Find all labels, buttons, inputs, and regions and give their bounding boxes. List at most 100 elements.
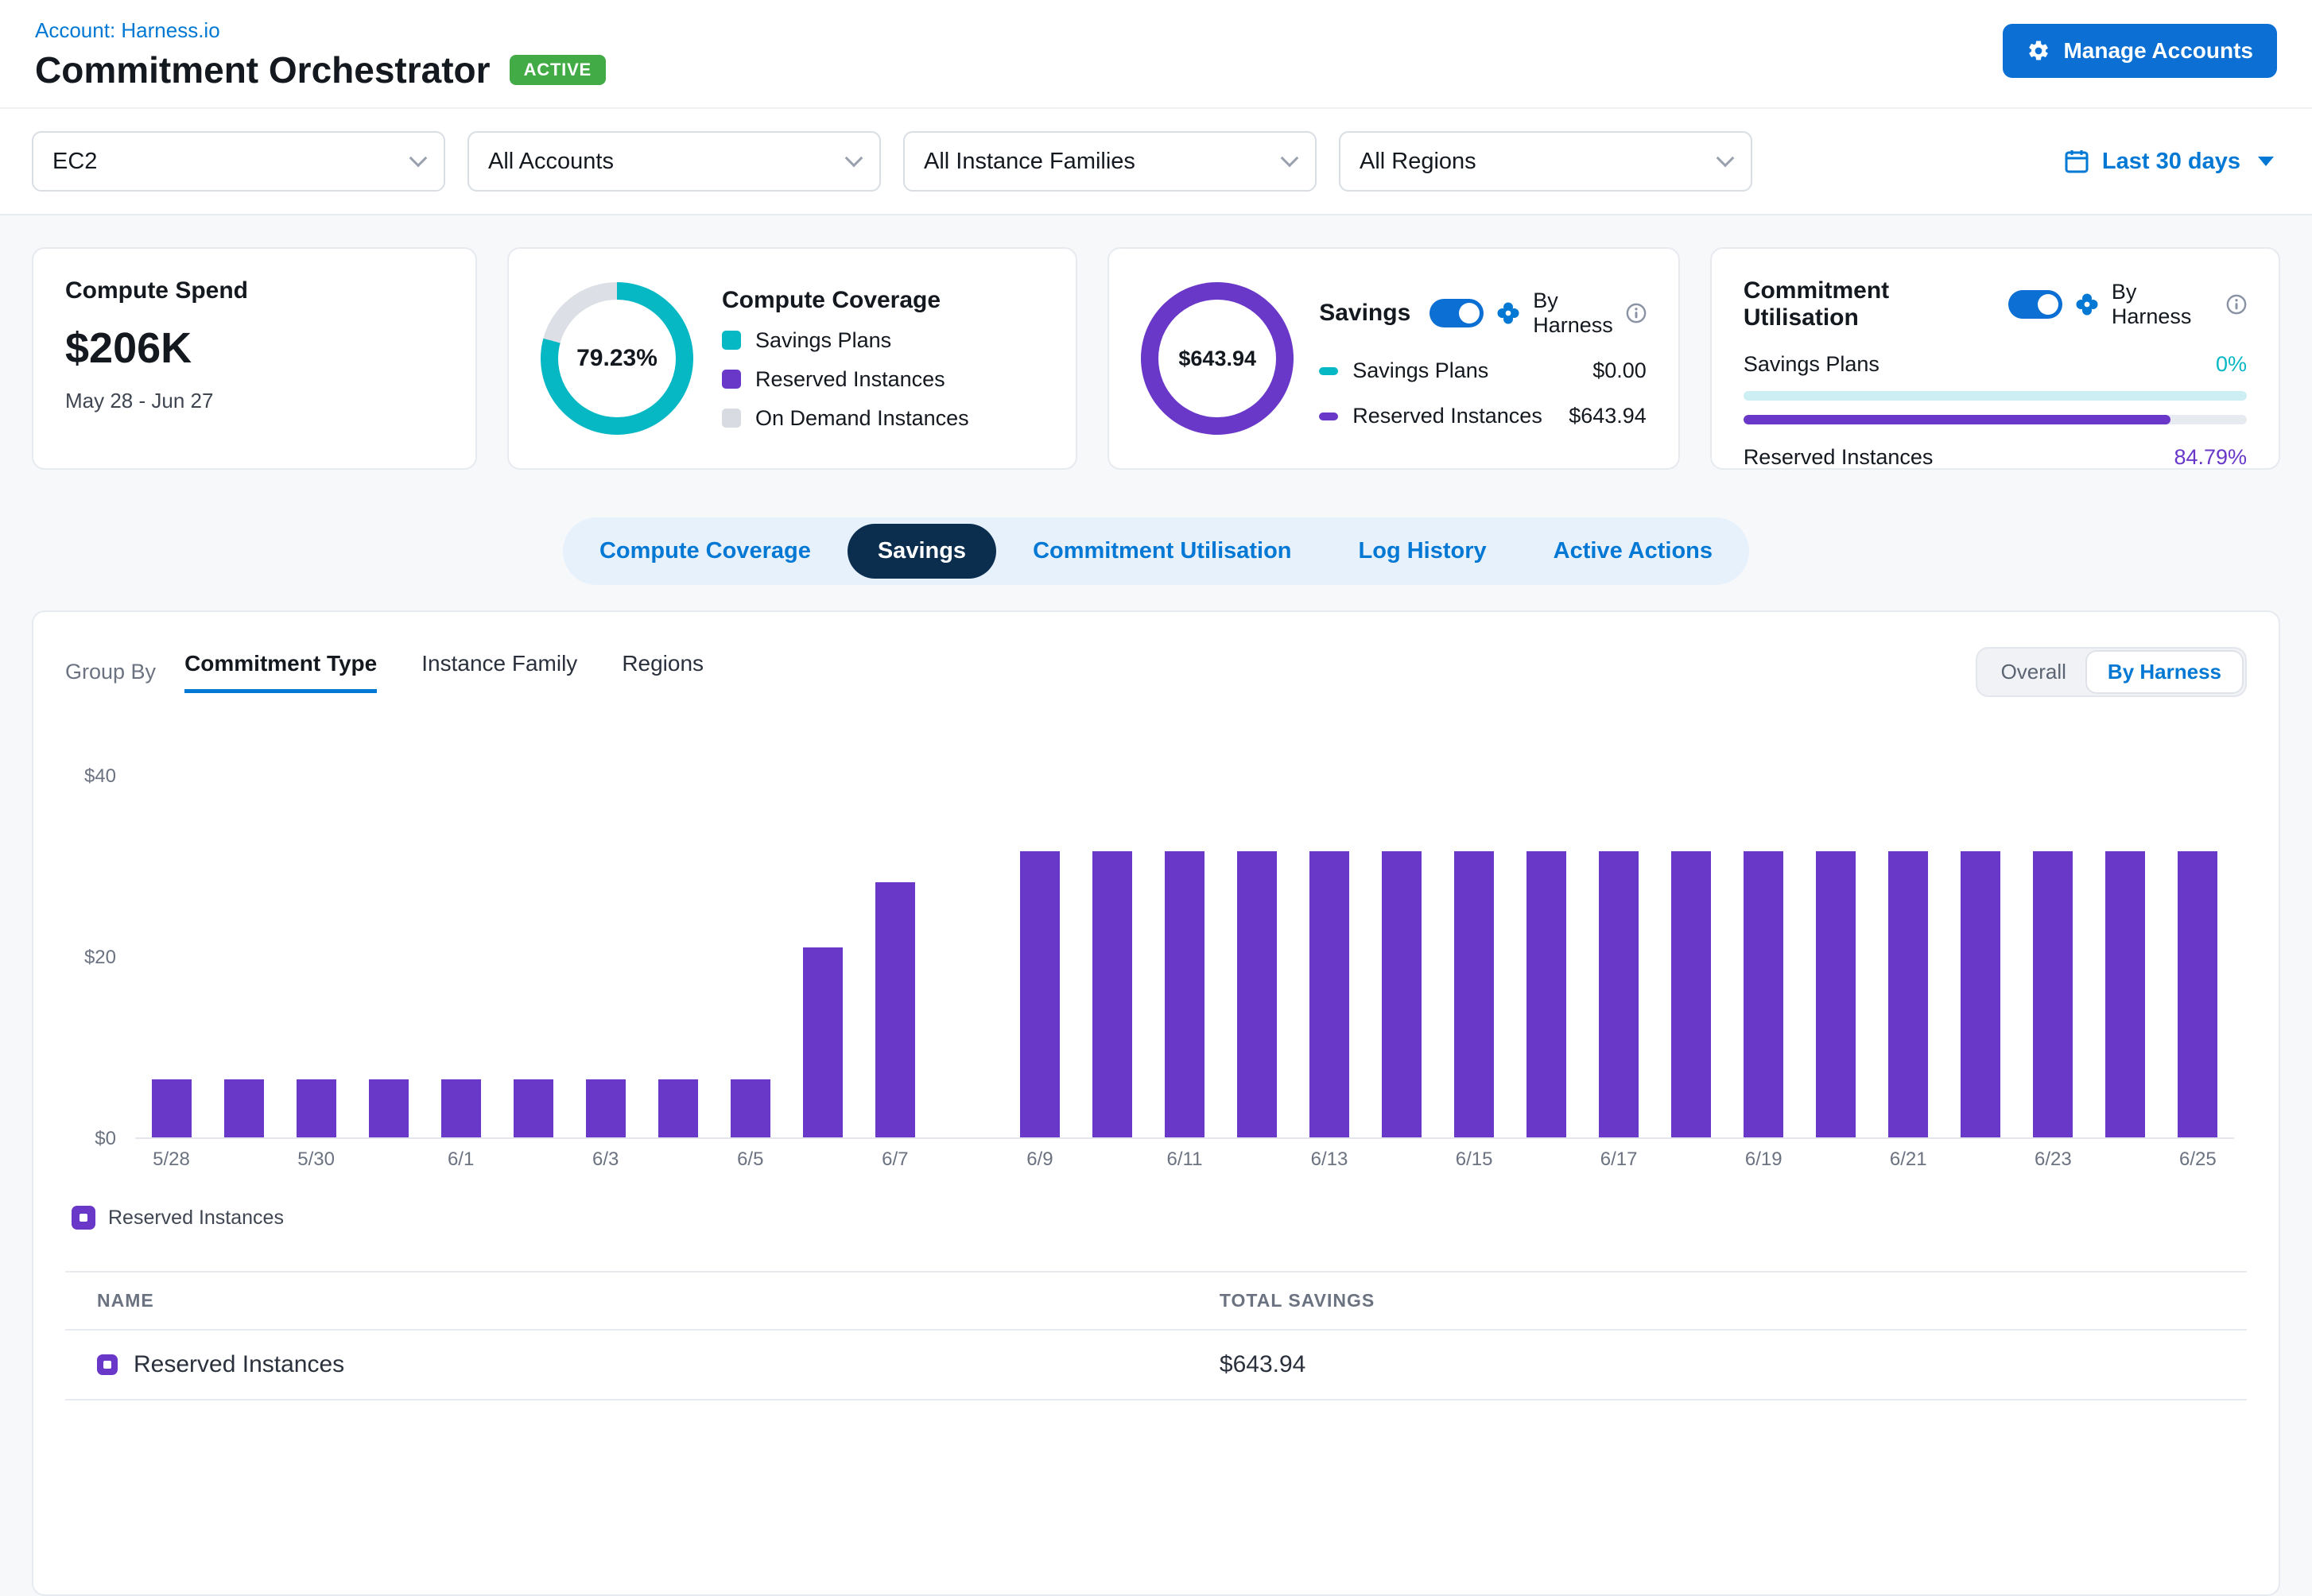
checkbox-mark [103,1361,111,1369]
bar-6/20[interactable] [1816,851,1856,1137]
legend-label: Savings Plans [755,328,891,353]
utilisation-row-value: 0% [2216,352,2247,377]
commitment-utilisation-card: Commitment Utilisation By Harness Saving… [1710,247,2280,470]
bar-slot [208,777,280,1137]
x-tick-label: 6/15 [1456,1149,1493,1171]
instance-families-select[interactable]: All Instance Families [903,131,1317,192]
manage-accounts-label: Manage Accounts [2063,38,2253,64]
bar-slot: 6/17 [1583,777,1655,1137]
bar-6/14[interactable] [1382,851,1422,1137]
service-select[interactable]: EC2 [32,131,445,192]
bar-6/23[interactable] [2033,851,2073,1137]
table-row: Reserved Instances $643.94 [65,1331,2247,1400]
reserved-instances-checkbox[interactable] [72,1206,95,1230]
title-row: Commitment Orchestrator ACTIVE [35,48,606,91]
savings-by-harness-toggle[interactable] [1429,299,1484,327]
savings-table: NAME TOTAL SAVINGS Reserved Instances $6… [65,1271,2247,1400]
bar-6/13[interactable] [1309,851,1349,1137]
accounts-select[interactable]: All Accounts [467,131,881,192]
status-badge: ACTIVE [510,55,606,85]
y-axis: $40 $20 $0 [65,777,135,1139]
tab-commitment-utilisation[interactable]: Commitment Utilisation [1003,524,1321,579]
date-range-value: Last 30 days [2102,149,2240,175]
view-overall-button[interactable]: Overall [1980,652,2087,692]
bar-6/25[interactable] [2178,851,2217,1137]
x-tick-label: 6/17 [1600,1149,1638,1171]
summary-cards: Compute Spend $206K May 28 - Jun 27 79.2… [0,215,2312,470]
tab-log-history[interactable]: Log History [1329,524,1517,579]
group-tab-commitment-type[interactable]: Commitment Type [184,651,377,693]
x-tick-label: 6/1 [448,1149,474,1171]
bar-6/1[interactable] [441,1079,481,1137]
x-tick-label: 6/21 [1890,1149,1927,1171]
x-tick-label: 6/3 [592,1149,619,1171]
row-name: Reserved Instances [134,1351,344,1378]
bar-slot: 6/21 [1872,777,1945,1137]
utilisation-by-harness-toggle[interactable] [2008,290,2062,319]
utilisation-row-label: Savings Plans [1744,352,1879,377]
reserved-instances-swatch [1319,413,1338,420]
tab-savings[interactable]: Savings [848,524,996,579]
bar-6/6[interactable] [803,947,843,1137]
bar-6/24[interactable] [2105,851,2145,1137]
view-by-harness-button[interactable]: By Harness [2087,652,2242,692]
bar-slot [497,777,569,1137]
compute-spend-value: $206K [65,323,444,373]
savings-row-value: $643.94 [1569,404,1647,428]
bar-6/4[interactable] [658,1079,698,1137]
bar-6/2[interactable] [514,1079,553,1137]
row-checkbox[interactable] [97,1354,118,1375]
bar-6/18[interactable] [1671,851,1711,1137]
date-range-picker[interactable]: Last 30 days [2064,149,2280,175]
bar-6/9[interactable] [1020,851,1060,1137]
bar-6/17[interactable] [1599,851,1639,1137]
bar-6/19[interactable] [1744,851,1783,1137]
compute-spend-title: Compute Spend [65,277,444,304]
bar-5/28[interactable] [152,1079,192,1137]
bar-5/30[interactable] [297,1079,336,1137]
group-tab-regions[interactable]: Regions [622,651,704,693]
legend-label: Reserved Instances [755,367,945,392]
instance-families-select-value: All Instance Families [924,149,1135,175]
regions-select[interactable]: All Regions [1339,131,1752,192]
tab-compute-coverage[interactable]: Compute Coverage [569,524,841,579]
utilisation-row-value: 84.79% [2174,445,2247,470]
reserved-instances-swatch [722,370,741,389]
chevron-down-icon [1281,149,1299,168]
bar-6/15[interactable] [1454,851,1494,1137]
bar-slot: 6/5 [714,777,786,1137]
savings-total: $643.94 [1178,347,1256,371]
savings-title: Savings [1319,300,1410,327]
savings-card: $643.94 Savings By Harness Savings Plans… [1108,247,1680,470]
utilisation-row-label: Reserved Instances [1744,445,1934,470]
bar-5/31[interactable] [369,1079,409,1137]
bar-6/21[interactable] [1888,851,1928,1137]
bar-plot: 5/285/306/16/36/56/76/96/116/136/156/176… [135,777,2234,1139]
bar-6/10[interactable] [1092,851,1132,1137]
info-icon[interactable] [1626,303,1647,323]
bar-5/29[interactable] [224,1079,264,1137]
bar-slot: 6/7 [859,777,931,1137]
row-total-savings: $643.94 [1220,1351,2215,1378]
toggle-knob [2038,294,2058,315]
account-link[interactable]: Account: Harness.io [35,18,220,43]
bar-6/7[interactable] [875,882,915,1137]
bar-6/22[interactable] [1961,851,2000,1137]
bar-6/12[interactable] [1237,851,1277,1137]
savings-row: Reserved Instances $643.94 [1319,404,1647,428]
coverage-donut: 79.23% [541,282,693,435]
bar-slot: 6/15 [1438,777,1511,1137]
reserved-instances-progress [1744,415,2247,424]
chevron-down-icon [1717,149,1735,168]
bar-slot [642,777,714,1137]
tab-active-actions[interactable]: Active Actions [1523,524,1743,579]
bar-6/16[interactable] [1526,851,1566,1137]
bar-slot: 6/9 [1003,777,1076,1137]
group-tab-instance-family[interactable]: Instance Family [421,651,577,693]
bar-6/3[interactable] [586,1079,626,1137]
bar-6/5[interactable] [731,1079,770,1137]
manage-accounts-button[interactable]: Manage Accounts [2003,24,2277,78]
info-icon[interactable] [2226,294,2247,315]
panel-top-bar: Group By Commitment Type Instance Family… [65,647,2247,697]
bar-6/11[interactable] [1165,851,1204,1137]
